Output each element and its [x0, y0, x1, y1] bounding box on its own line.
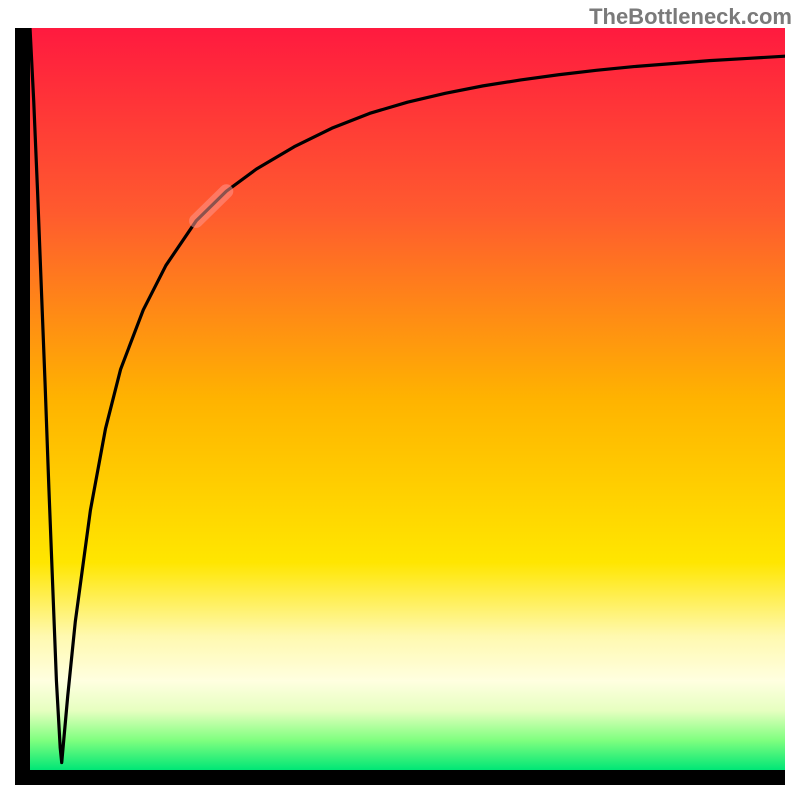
plot-frame — [15, 28, 785, 785]
bottleneck-curve — [30, 28, 785, 763]
highlight-segment — [196, 191, 226, 221]
watermark-text: TheBottleneck.com — [589, 4, 792, 30]
plot-area — [30, 28, 785, 770]
curve-layer — [30, 28, 785, 770]
